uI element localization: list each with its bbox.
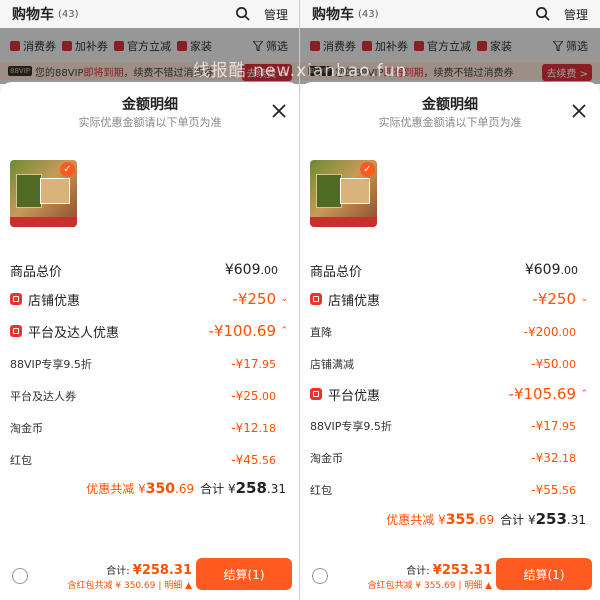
sheet-subtitle: 实际优惠金额请以下单页为准 xyxy=(78,116,222,129)
cart-header: 购物车 (43) 管理 xyxy=(300,0,600,28)
cart-screen-right: 购物车 (43) 管理 消费券 加补券 官方立减 家装 筛选 88VIP 您的8… xyxy=(300,0,600,600)
row-shop-discount[interactable]: 店铺优惠 -¥250 ⌄ xyxy=(310,289,590,309)
footer-total: 合计: ¥253.31 xyxy=(406,563,492,578)
checkout-bar: 合计: ¥258.31 含红包共减 ¥ 350.69 | 明细 ▲ 结算(1) xyxy=(0,552,299,600)
grand-total: 合计 ¥253.31 xyxy=(500,510,586,528)
product-thumbnail: ✓ xyxy=(10,160,77,227)
checkout-button[interactable]: 结算(1) xyxy=(196,558,292,590)
selected-check-icon: ✓ xyxy=(60,162,75,177)
footer-detail-link[interactable]: 含红包共减 ¥ 355.69 | 明细 ▲ xyxy=(368,578,492,591)
discount-total: 优惠共减 ¥355.69 xyxy=(386,512,495,528)
checkout-button[interactable]: 结算(1) xyxy=(496,558,592,590)
row-goods-total: 商品总价 ¥609.00 xyxy=(310,262,578,280)
amount-detail-sheet: 金额明细 实际优惠金额请以下单页为准 ✓ 商品总价 ¥609.00 店铺优惠 -… xyxy=(0,82,299,552)
chevron-down-icon[interactable]: ⌄ xyxy=(280,294,288,304)
footer-total: 合计: ¥258.31 xyxy=(106,563,192,578)
platform-icon xyxy=(10,325,22,337)
row-goods-total: 商品总价 ¥609.00 xyxy=(10,262,278,280)
row-red-packet: 红包 -¥45.56 xyxy=(10,453,276,467)
shop-icon xyxy=(310,293,322,305)
product-thumbnail: ✓ xyxy=(310,160,377,227)
cart-header: 购物车 (43) 管理 xyxy=(0,0,299,28)
manage-button[interactable]: 管理 xyxy=(564,6,588,23)
row-taojinbi: 淘金币 -¥12.18 xyxy=(10,421,276,435)
grand-total: 合计 ¥258.31 xyxy=(200,479,286,497)
page-title: 购物车 xyxy=(12,7,54,23)
chevron-up-icon[interactable]: ⌃ xyxy=(280,326,288,336)
row-88vip: 88VIP专享9.5折 -¥17.95 xyxy=(310,419,576,433)
modal-overlay[interactable] xyxy=(300,28,600,84)
row-taojinbi: 淘金币 -¥32.18 xyxy=(310,451,576,465)
select-all-radio[interactable] xyxy=(12,568,28,584)
search-icon[interactable] xyxy=(535,6,550,21)
select-all-radio[interactable] xyxy=(312,568,328,584)
sheet-title: 金额明细 xyxy=(422,97,478,113)
close-icon[interactable] xyxy=(572,104,586,118)
sheet-title: 金额明细 xyxy=(122,97,178,113)
row-platform-discount[interactable]: 平台优惠 -¥105.69 ⌃ xyxy=(310,384,590,404)
chevron-up-icon[interactable]: ⌃ xyxy=(580,389,588,399)
selected-check-icon: ✓ xyxy=(360,162,375,177)
row-red-packet: 红包 -¥55.56 xyxy=(310,483,576,497)
shop-icon xyxy=(10,293,22,305)
modal-overlay[interactable] xyxy=(0,28,299,84)
cart-count: (43) xyxy=(58,8,79,20)
row-direct-cut: 直降 -¥200.00 xyxy=(310,325,576,339)
amount-detail-sheet: 金额明细 实际优惠金额请以下单页为准 ✓ 商品总价 ¥609.00 店铺优惠 -… xyxy=(300,82,600,552)
sheet-summary: 优惠共减 ¥355.69 合计 ¥253.31 xyxy=(386,510,586,530)
discount-total: 优惠共减 ¥350.69 xyxy=(86,481,195,497)
sheet-summary: 优惠共减 ¥350.69 合计 ¥258.31 xyxy=(86,479,286,499)
row-shop-discount[interactable]: 店铺优惠 -¥250 ⌄ xyxy=(10,289,290,309)
platform-icon xyxy=(310,388,322,400)
cart-screen-left: 购物车 (43) 管理 消费券 加补券 官方立减 家装 筛选 88VIP 您的8… xyxy=(0,0,300,600)
footer-detail-link[interactable]: 含红包共减 ¥ 350.69 | 明细 ▲ xyxy=(68,578,192,591)
row-platform-coupon: 平台及达人券 -¥25.00 xyxy=(10,389,276,403)
search-icon[interactable] xyxy=(235,6,250,21)
cart-count: (43) xyxy=(358,8,379,20)
close-icon[interactable] xyxy=(272,104,286,118)
chevron-down-icon[interactable]: ⌄ xyxy=(580,294,588,304)
row-shop-full-reduction: 店铺满减 -¥50.00 xyxy=(310,357,576,371)
sheet-subtitle: 实际优惠金额请以下单页为准 xyxy=(378,116,522,129)
row-platform-discount[interactable]: 平台及达人优惠 -¥100.69 ⌃ xyxy=(10,321,290,341)
checkout-bar: 合计: ¥253.31 含红包共减 ¥ 355.69 | 明细 ▲ 结算(1) xyxy=(300,552,600,600)
manage-button[interactable]: 管理 xyxy=(264,6,288,23)
page-title: 购物车 xyxy=(312,7,354,23)
row-88vip: 88VIP专享9.5折 -¥17.95 xyxy=(10,357,276,371)
